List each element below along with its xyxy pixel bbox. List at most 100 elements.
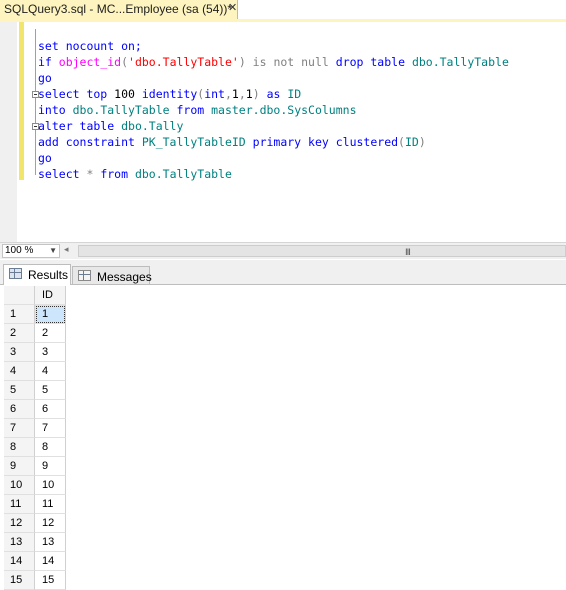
code-token: ID: [404, 135, 419, 149]
tab-results[interactable]: Results: [3, 264, 71, 285]
code-token: primary key clustered: [252, 135, 399, 149]
table-row[interactable]: 12 12: [4, 514, 66, 533]
tab-messages[interactable]: Messages: [72, 266, 152, 285]
row-number[interactable]: 14: [4, 552, 35, 571]
results-tab-strip: Results Messages: [0, 260, 566, 285]
query-editor[interactable]: set nocount on; if object_id('dbo.TallyTa…: [0, 22, 566, 242]
table-row[interactable]: 55: [4, 381, 66, 400]
code-token: PK_TallyTableID: [141, 135, 253, 149]
code-token: dbo.Tally: [121, 119, 184, 133]
table-row[interactable]: 88: [4, 438, 66, 457]
cell-id[interactable]: 2: [35, 324, 66, 343]
code-token: into: [38, 103, 73, 117]
code-token: from: [176, 103, 212, 117]
row-number[interactable]: 3: [4, 343, 35, 362]
table-row[interactable]: 44: [4, 362, 66, 381]
editor-margin: [0, 22, 17, 242]
code-token: (: [398, 135, 405, 149]
grid-corner[interactable]: [4, 286, 35, 305]
row-number[interactable]: 4: [4, 362, 35, 381]
row-number[interactable]: 7: [4, 419, 35, 438]
cell-id[interactable]: 6: [35, 400, 66, 419]
table-row[interactable]: 11: [4, 305, 66, 324]
row-number[interactable]: 13: [4, 533, 35, 552]
row-number[interactable]: 10: [4, 476, 35, 495]
code-token: as: [266, 87, 288, 101]
close-icon[interactable]: ✕: [228, 1, 237, 14]
table-row[interactable]: 33: [4, 343, 66, 362]
code-token: go: [38, 151, 52, 165]
table-row[interactable]: 77: [4, 419, 66, 438]
code-token: go: [38, 71, 52, 85]
cell-id[interactable]: 7: [35, 419, 66, 438]
table-row[interactable]: 15 15: [4, 571, 66, 590]
tab-results-label: Results: [28, 268, 69, 282]
cell-id[interactable]: 9: [35, 457, 66, 476]
code-line[interactable]: if object_id('dbo.TallyTable') is not nu…: [38, 54, 509, 70]
code-token: from: [100, 167, 135, 181]
code-line[interactable]: go: [38, 150, 52, 166]
cell-id[interactable]: 12: [35, 514, 66, 533]
cell-id[interactable]: 14: [35, 552, 66, 571]
table-row[interactable]: 66: [4, 400, 66, 419]
document-tab-title: SQLQuery3.sql - MC...Employee (sa (54))*: [4, 2, 233, 16]
table-row[interactable]: 22: [4, 324, 66, 343]
table-row[interactable]: 11 11: [4, 495, 66, 514]
scroll-left-icon[interactable]: ◂: [64, 245, 69, 255]
grid-header-row: ID: [4, 286, 66, 305]
code-token: select: [38, 167, 87, 181]
zoom-select[interactable]: 100 % ▼: [2, 244, 60, 258]
code-token: add constraint: [38, 135, 142, 149]
row-number[interactable]: 15: [4, 571, 35, 590]
row-number[interactable]: 1: [4, 305, 35, 324]
document-tab[interactable]: SQLQuery3.sql - MC...Employee (sa (54))*…: [0, 0, 238, 19]
row-number[interactable]: 12: [4, 514, 35, 533]
row-number[interactable]: 5: [4, 381, 35, 400]
code-line[interactable]: select * from dbo.TallyTable: [38, 166, 232, 182]
code-token: identity: [141, 87, 198, 101]
cell-id[interactable]: 4: [35, 362, 66, 381]
code-token: ): [418, 135, 426, 149]
code-line[interactable]: select top 100 identity(int,1,1) as ID: [38, 86, 301, 102]
table-row[interactable]: 99: [4, 457, 66, 476]
tab-messages-label: Messages: [97, 270, 152, 284]
code-token: drop table: [328, 55, 412, 69]
column-header-id[interactable]: ID: [35, 286, 66, 305]
cell-id[interactable]: 3: [35, 343, 66, 362]
cell-id[interactable]: 15: [35, 571, 66, 590]
row-number[interactable]: 9: [4, 457, 35, 476]
code-token: dbo.TallyTable: [72, 103, 177, 117]
code-token: set nocount on;: [38, 39, 142, 53]
row-number[interactable]: 11: [4, 495, 35, 514]
table-row[interactable]: 13 13: [4, 533, 66, 552]
code-token: 100: [114, 87, 142, 101]
outline-line: [35, 29, 36, 175]
row-number[interactable]: 2: [4, 324, 35, 343]
cell-id[interactable]: 5: [35, 381, 66, 400]
cell-id[interactable]: 8: [35, 438, 66, 457]
row-number[interactable]: 6: [4, 400, 35, 419]
row-number[interactable]: 8: [4, 438, 35, 457]
chevron-down-icon: ▼: [49, 246, 57, 255]
table-row[interactable]: 10 10: [4, 476, 66, 495]
horizontal-scrollbar[interactable]: III: [78, 245, 566, 258]
code-token: master.dbo.SysColumns: [211, 103, 357, 117]
code-token: object_id: [58, 55, 122, 69]
code-token: if: [38, 55, 59, 69]
code-token: 1: [245, 87, 253, 101]
table-row[interactable]: 14 14: [4, 552, 66, 571]
cell-id[interactable]: 1: [35, 305, 66, 324]
code-token: *: [86, 167, 101, 181]
code-line[interactable]: alter table dbo.Tally: [38, 118, 183, 134]
code-line[interactable]: into dbo.TallyTable from master.dbo.SysC…: [38, 102, 357, 118]
code-token: dbo.TallyTable: [134, 167, 232, 181]
cell-id[interactable]: 13: [35, 533, 66, 552]
document-tab-bar: SQLQuery3.sql - MC...Employee (sa (54))*…: [0, 0, 566, 19]
code-line[interactable]: add constraint PK_TallyTableID primary k…: [38, 134, 426, 150]
cell-id[interactable]: 11: [35, 495, 66, 514]
code-token: ,: [238, 87, 246, 101]
code-line[interactable]: set nocount on;: [38, 38, 142, 54]
cell-id[interactable]: 10: [35, 476, 66, 495]
code-line[interactable]: go: [38, 70, 52, 86]
change-tracking-bar: [19, 22, 24, 180]
